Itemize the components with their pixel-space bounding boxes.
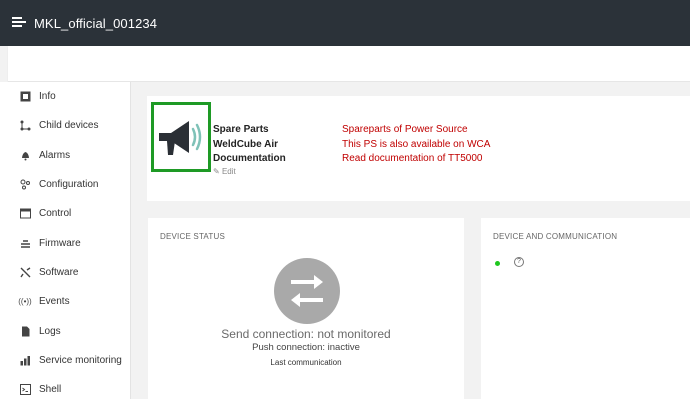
device-communication-card: DEVICE AND COMMUNICATION ? [481, 218, 690, 399]
logs-icon [19, 325, 31, 337]
sidebar-item-label: Service monitoring [39, 354, 122, 366]
device-communication-title: DEVICE AND COMMUNICATION [493, 232, 618, 241]
link-label-spare-parts: Spare Parts [213, 124, 269, 135]
device-logo [151, 102, 211, 172]
info-icon [19, 91, 31, 103]
device-status-card: DEVICE STATUS Send connection: not monit… [148, 218, 464, 399]
megaphone-icon [159, 121, 202, 155]
sidebar-item-software[interactable]: Software [0, 258, 130, 287]
swap-arrows-icon [274, 258, 340, 324]
child-devices-icon [19, 120, 31, 132]
sidebar-item-label: Configuration [39, 179, 99, 191]
sidebar-item-label: Logs [39, 325, 61, 337]
sidebar-item-logs[interactable]: Logs [0, 316, 130, 345]
sidebar-item-firmware[interactable]: Firmware [0, 228, 130, 257]
sidebar-item-label: Shell [39, 384, 62, 396]
last-communication-label: Last communication [270, 358, 342, 367]
link-label-documentation: Documentation [213, 153, 286, 164]
firmware-icon [19, 237, 31, 249]
pencil-icon: ✎ [213, 167, 220, 176]
sidebar-item-alarms[interactable]: Alarms [0, 141, 130, 170]
sidebar-item-configuration[interactable]: Configuration [0, 170, 130, 199]
link-spare-parts[interactable]: Spareparts of Power Source [342, 123, 468, 138]
device-links: Spare Parts Spareparts of Power Source W… [213, 123, 490, 167]
control-icon [19, 208, 31, 220]
sidebar-item-service-monitoring[interactable]: Service monitoring [0, 346, 130, 375]
link-label-weldcube-air: WeldCube Air [213, 138, 279, 150]
menu-icon[interactable] [12, 16, 26, 30]
device-status-title: DEVICE STATUS [160, 232, 225, 241]
sidebar-item-label: Events [39, 296, 70, 308]
app-title: MKL_official_001234 [34, 15, 158, 31]
sidebar-item-label: Software [39, 266, 79, 278]
status-dot [495, 261, 500, 266]
sidebar-item-info[interactable]: Info [0, 82, 130, 111]
link-documentation[interactable]: Read documentation of TT5000 [342, 152, 482, 167]
terminal-icon [19, 384, 31, 396]
action-bar [8, 46, 690, 82]
sidebar-item-events[interactable]: ((•)) Events [0, 287, 130, 316]
sidebar-item-label: Child devices [39, 120, 99, 132]
sidebar-item-label: Firmware [39, 237, 81, 249]
sidebar-item-child-devices[interactable]: Child devices [0, 111, 130, 140]
sidebar-item-label: Alarms [39, 149, 71, 161]
top-bar: MKL_official_001234 [0, 0, 690, 46]
edit-label: Edit [221, 167, 236, 176]
events-icon: ((•)) [18, 297, 32, 307]
software-icon [19, 266, 31, 278]
configuration-icon [19, 179, 31, 191]
main-content: Spare Parts Spareparts of Power Source W… [131, 82, 690, 399]
edit-button[interactable]: ✎ Edit [213, 167, 236, 176]
help-icon[interactable]: ? [514, 257, 524, 267]
sidebar: Info Child devices Alarms Configuration … [0, 82, 131, 399]
bell-icon [19, 149, 31, 161]
link-weldcube-air[interactable]: This PS is also available on WCA [342, 138, 490, 153]
sidebar-item-control[interactable]: Control [0, 199, 130, 228]
sidebar-item-shell[interactable]: Shell [0, 375, 130, 399]
sidebar-item-label: Control [39, 208, 72, 220]
push-connection-status: Push connection: inactive [252, 342, 360, 353]
sidebar-item-label: Info [39, 91, 56, 103]
send-connection-status: Send connection: not monitored [221, 327, 391, 341]
device-header-card: Spare Parts Spareparts of Power Source W… [147, 96, 690, 201]
bar-chart-icon [19, 354, 31, 366]
